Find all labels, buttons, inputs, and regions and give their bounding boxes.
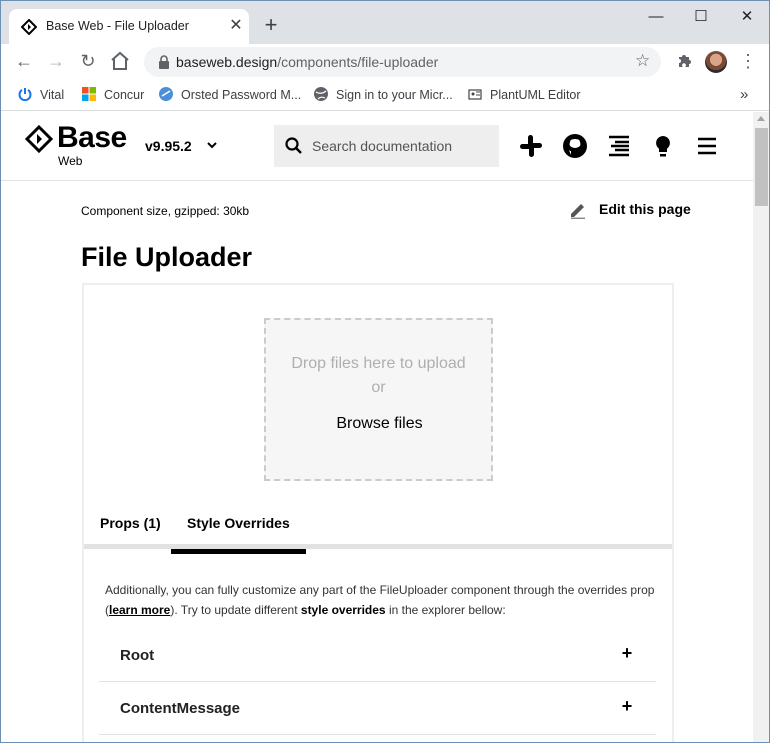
browser-window: Base Web - File Uploader ✕ + — ☐ ✕ ← → ↻…	[0, 0, 770, 743]
scroll-thumb[interactable]	[755, 128, 768, 206]
home-icon[interactable]	[108, 49, 132, 73]
baseweb-favicon-icon	[21, 19, 37, 35]
tab-close-icon[interactable]: ✕	[228, 18, 244, 34]
forward-icon[interactable]: →	[44, 49, 68, 73]
browse-files-button[interactable]: Browse files	[327, 406, 432, 442]
demo-container: Drop files here to upload or Browse file…	[82, 283, 674, 742]
close-window-icon[interactable]: ✕	[732, 7, 762, 27]
page-viewport: Base Web v9.95.2 Search documentation Co…	[1, 112, 753, 742]
bookmarks-bar: Vital Concur Orsted Password M... Sign i…	[1, 80, 769, 111]
scroll-up-icon[interactable]	[757, 116, 765, 121]
tab-style-overrides[interactable]: Style Overrides	[171, 515, 306, 554]
url-text: baseweb.design/components/file-uploader	[176, 54, 439, 70]
page-title: File Uploader	[81, 242, 253, 272]
maximize-icon[interactable]: ☐	[686, 7, 716, 27]
dropzone-message: Drop files here to upload	[291, 355, 466, 372]
bookmark-vital[interactable]: Vital	[17, 86, 64, 104]
override-label: ContentMessage	[120, 700, 241, 717]
chevron-down-icon[interactable]	[206, 139, 218, 151]
bookmarks-overflow-icon[interactable]: »	[740, 86, 748, 104]
page-scrollbar[interactable]	[753, 112, 769, 742]
browser-menu-icon[interactable]: ⋮	[736, 49, 760, 73]
bookmark-orsted-password[interactable]: Orsted Password M...	[158, 86, 301, 104]
site-header: Base Web v9.95.2	[1, 112, 753, 181]
browser-tab[interactable]: Base Web - File Uploader ✕	[9, 9, 249, 44]
tab-title: Base Web - File Uploader	[46, 19, 189, 33]
search-box[interactable]	[274, 125, 499, 167]
lock-icon	[159, 55, 169, 69]
globe-icon	[314, 87, 328, 101]
power-icon	[18, 88, 32, 102]
tab-strip: Base Web - File Uploader ✕ + — ☐ ✕	[1, 1, 769, 44]
hamburger-menu-icon[interactable]	[694, 133, 720, 159]
search-icon	[285, 137, 302, 154]
lightbulb-icon[interactable]	[650, 133, 676, 159]
baseweb-logo-icon[interactable]	[25, 125, 53, 153]
bookmark-star-icon[interactable]: ☆	[635, 51, 650, 71]
windows-icon	[82, 87, 96, 101]
edit-page-label: Edit this page	[599, 201, 691, 217]
new-tab-icon[interactable]: +	[260, 14, 282, 37]
github-icon[interactable]	[562, 133, 588, 159]
password-icon	[159, 87, 173, 101]
override-row-contentmessage[interactable]: ContentMessage +	[99, 682, 656, 735]
bookmark-concur[interactable]: Concur	[81, 86, 144, 104]
overrides-description: Additionally, you can fully customize an…	[105, 583, 655, 617]
profile-avatar[interactable]	[705, 51, 727, 73]
reload-icon[interactable]: ↻	[76, 49, 100, 73]
component-size-label: Component size, gzipped: 30kb	[81, 204, 250, 218]
bookmark-plantuml[interactable]: PlantUML Editor	[467, 86, 581, 104]
explorer-tabs: Props (1) Style Overrides	[84, 507, 672, 554]
bookmark-microsoft-signin[interactable]: Sign in to your Micr...	[313, 86, 453, 104]
dropzone-or: or	[371, 379, 386, 396]
tab-props[interactable]: Props (1)	[84, 515, 177, 549]
browser-toolbar: ← → ↻ baseweb.design/components/file-upl…	[1, 44, 769, 80]
slack-icon[interactable]	[518, 133, 544, 159]
address-bar[interactable]: baseweb.design/components/file-uploader …	[144, 47, 661, 77]
extensions-icon[interactable]	[672, 49, 696, 73]
plantuml-icon	[468, 89, 482, 100]
minimize-icon[interactable]: —	[641, 7, 671, 27]
override-row-root[interactable]: Root +	[99, 629, 656, 682]
plus-icon[interactable]: +	[617, 696, 637, 716]
override-label: Root	[120, 647, 155, 664]
version-selector[interactable]: v9.95.2	[145, 138, 192, 154]
logo-text[interactable]: Base	[57, 121, 127, 155]
plus-icon[interactable]: +	[617, 643, 637, 663]
search-input[interactable]	[312, 125, 492, 167]
pencil-icon	[571, 204, 585, 219]
file-dropzone[interactable]: Drop files here to upload or Browse file…	[264, 318, 493, 481]
align-right-icon[interactable]	[606, 133, 632, 159]
back-icon[interactable]: ←	[12, 49, 36, 73]
logo-subtext: Web	[58, 154, 83, 168]
learn-more-link[interactable]: learn more	[109, 603, 170, 617]
